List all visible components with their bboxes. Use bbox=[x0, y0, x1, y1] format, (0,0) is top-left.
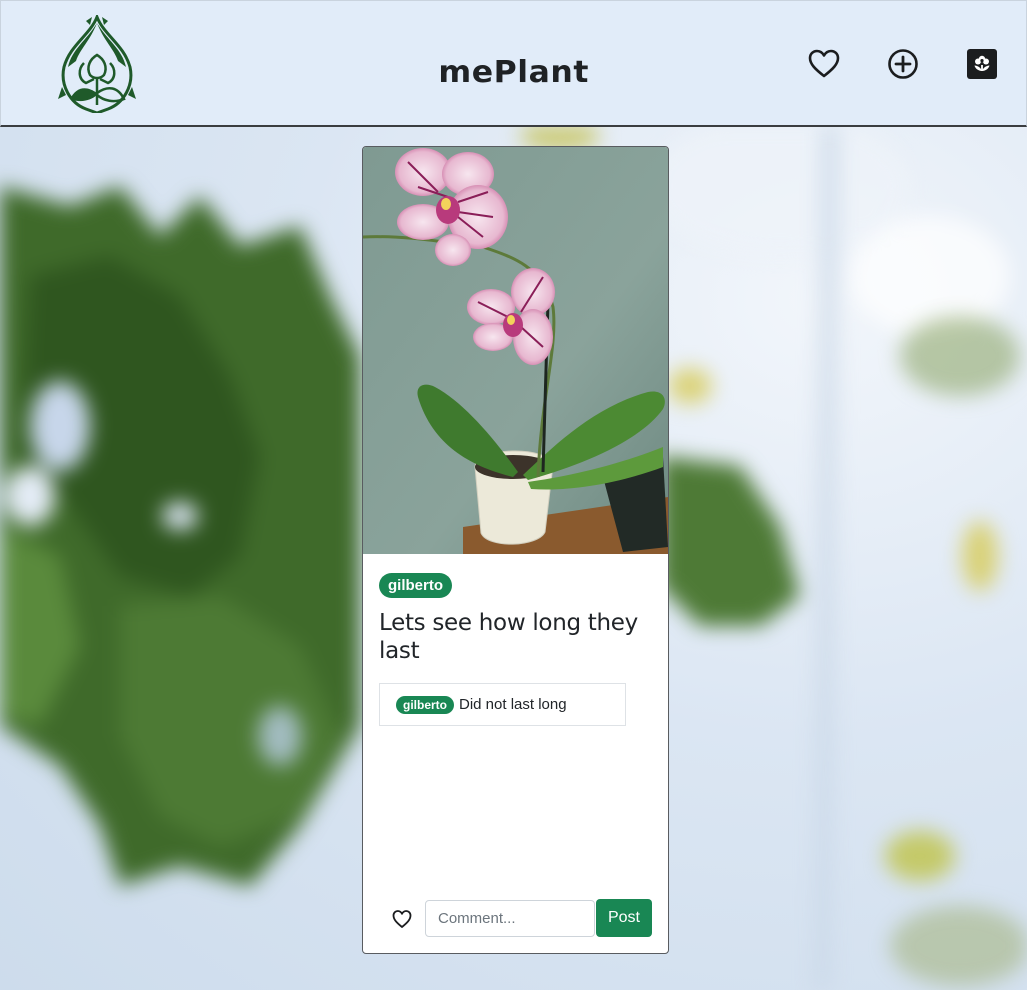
favorites-heart-icon[interactable] bbox=[807, 47, 841, 81]
brand-title[interactable]: mePlant bbox=[1, 55, 1026, 90]
my-plants-flower-square-icon[interactable] bbox=[965, 47, 999, 81]
author-badge[interactable]: gilberto bbox=[379, 573, 452, 598]
comment-text: Did not last long bbox=[459, 696, 567, 713]
comment-author-badge[interactable]: gilberto bbox=[396, 695, 454, 714]
add-plus-circle-icon[interactable] bbox=[886, 47, 920, 81]
brand-text: mePlant bbox=[438, 55, 589, 90]
post-title: Lets see how long they last bbox=[379, 610, 638, 664]
comment-item: gilberto Did not last long bbox=[379, 683, 626, 726]
like-heart-icon[interactable] bbox=[391, 908, 413, 930]
post-card: gilberto Lets see how long they last gil… bbox=[362, 146, 669, 954]
post-comment-button[interactable]: Post bbox=[596, 899, 652, 937]
post-photo[interactable] bbox=[363, 147, 668, 554]
comment-input[interactable] bbox=[425, 900, 595, 937]
top-navbar: mePlant bbox=[0, 0, 1027, 127]
